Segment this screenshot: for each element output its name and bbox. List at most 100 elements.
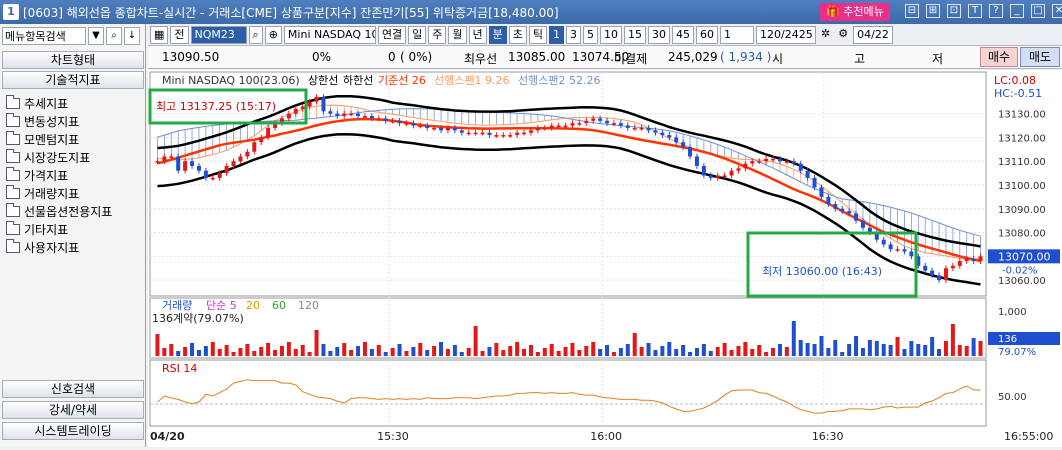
settings-icon[interactable]: ⚙ bbox=[835, 26, 851, 44]
candle-body bbox=[715, 175, 720, 178]
period-day[interactable]: 일 bbox=[408, 25, 427, 44]
rsi-series bbox=[157, 379, 981, 414]
search-icon[interactable]: ⌕ bbox=[248, 25, 263, 44]
window-number: 1 bbox=[3, 4, 19, 20]
maximize-icon[interactable]: □ bbox=[1031, 4, 1045, 18]
count-select[interactable]: 1 bbox=[720, 25, 755, 44]
section-system-trading[interactable]: 시스템트레이딩 bbox=[2, 422, 144, 440]
recommend-menu-label: 추천메뉴 bbox=[843, 5, 884, 18]
volume-bar bbox=[833, 340, 838, 356]
help-icon[interactable]: ? bbox=[989, 4, 1003, 18]
candle-body bbox=[480, 132, 485, 135]
x-tick-label: 15:30 bbox=[377, 430, 409, 443]
period-continuous[interactable]: 연결 bbox=[377, 25, 407, 44]
layout-icon[interactable]: ⊟ bbox=[905, 4, 919, 18]
volume-bar bbox=[335, 347, 340, 356]
volume-bar bbox=[653, 350, 658, 356]
link-icon[interactable]: ⊕ bbox=[264, 25, 282, 44]
interval-45[interactable]: 45 bbox=[672, 25, 695, 44]
candle-body bbox=[957, 261, 962, 266]
volume-bar bbox=[570, 343, 575, 356]
interval-10[interactable]: 10 bbox=[600, 25, 623, 44]
tab-high[interactable]: 고 bbox=[854, 50, 865, 67]
save-icon[interactable]: ⊡ bbox=[947, 4, 961, 18]
date-field[interactable]: 04/22 bbox=[853, 25, 893, 44]
volume-bar bbox=[224, 345, 229, 356]
interval-5[interactable]: 5 bbox=[583, 25, 599, 44]
search-icon[interactable]: ⌕ bbox=[106, 27, 122, 45]
tree-item[interactable]: 모멘텀지표 bbox=[6, 130, 112, 148]
volume-bar bbox=[791, 321, 796, 356]
recommend-menu-button[interactable]: 🎁 추천메뉴 bbox=[820, 3, 890, 21]
volume-current-pct: 79.07% bbox=[998, 347, 1036, 358]
section-technical-indicators[interactable]: 기술적지표 bbox=[2, 71, 144, 89]
volume-bar bbox=[501, 350, 506, 356]
tree-item-label: 모멘텀지표 bbox=[24, 132, 80, 147]
section-signal-search[interactable]: 신호검색 bbox=[2, 380, 144, 398]
candle-body bbox=[515, 132, 520, 136]
page-counter[interactable]: 120/2425 bbox=[756, 25, 817, 44]
tree-item[interactable]: 시장강도지표 bbox=[6, 148, 112, 166]
tab-low[interactable]: 저 bbox=[932, 50, 943, 67]
interval-1[interactable]: 1 bbox=[549, 25, 565, 44]
price-chart[interactable]: 13130.00 13120.00 13110.00 13100.00 13090.00… bbox=[148, 70, 1062, 447]
interval-30[interactable]: 30 bbox=[648, 25, 671, 44]
tab-open[interactable]: 시 bbox=[772, 50, 783, 67]
tree-item-label: 거래량지표 bbox=[24, 186, 80, 201]
tools-icon[interactable]: ✲ bbox=[818, 26, 833, 44]
tree-item[interactable]: 기타지표 bbox=[6, 220, 112, 238]
grid-icon[interactable]: ▦ bbox=[150, 25, 169, 44]
period-year[interactable]: 년 bbox=[468, 25, 487, 44]
candle-body bbox=[937, 275, 942, 281]
volume-bar bbox=[681, 345, 686, 356]
candle-body bbox=[397, 120, 402, 124]
tree-item[interactable]: 거래량지표 bbox=[6, 184, 112, 202]
candle-body bbox=[618, 123, 623, 126]
interval-60[interactable]: 60 bbox=[696, 25, 719, 44]
candle-body bbox=[646, 127, 651, 131]
tile-icon[interactable]: ⊞ bbox=[926, 4, 940, 18]
volume-bar bbox=[715, 347, 720, 356]
dropdown-icon[interactable]: ▼ bbox=[88, 27, 104, 45]
period-second[interactable]: 초 bbox=[508, 25, 527, 44]
buy-button[interactable]: 매수 bbox=[980, 47, 1018, 67]
tree-item[interactable]: 추세지표 bbox=[6, 94, 112, 112]
candle-body bbox=[245, 151, 250, 157]
down-arrow-icon[interactable]: ↓ bbox=[124, 27, 140, 45]
period-tick[interactable]: 틱 bbox=[528, 25, 548, 44]
section-chart-type[interactable]: 차트형태 bbox=[2, 51, 144, 69]
menu-search-input[interactable] bbox=[2, 27, 86, 45]
chart-area[interactable]: 13130.00 13120.00 13110.00 13100.00 13090.00… bbox=[148, 70, 1062, 447]
tree-item[interactable]: 선물옵션전용지표 bbox=[6, 202, 112, 220]
font-icon[interactable]: T bbox=[968, 4, 982, 18]
candle-body bbox=[777, 158, 782, 162]
volume-bar bbox=[881, 344, 886, 356]
volume-bar bbox=[549, 344, 554, 356]
close-icon[interactable]: ✕ bbox=[1052, 4, 1062, 18]
jeon-toggle[interactable]: 전 bbox=[170, 25, 189, 44]
period-month[interactable]: 월 bbox=[448, 25, 467, 44]
volume-bar bbox=[847, 344, 852, 356]
volume-bar bbox=[300, 345, 305, 356]
volume-bar bbox=[404, 351, 409, 356]
period-week[interactable]: 주 bbox=[428, 25, 447, 44]
x-tick-label: 16:00 bbox=[590, 430, 622, 443]
code-input[interactable]: NQM23 bbox=[190, 25, 247, 44]
volume-bar bbox=[190, 343, 195, 356]
tree-item[interactable]: 가격지표 bbox=[6, 166, 112, 184]
candle-body bbox=[286, 113, 291, 119]
minimize-icon[interactable]: _ bbox=[1010, 4, 1024, 18]
section-bull-bear[interactable]: 강세/약세 bbox=[2, 401, 144, 419]
volume-bar bbox=[432, 346, 437, 356]
candle-body bbox=[259, 137, 264, 143]
tree-item-label: 시장강도지표 bbox=[24, 150, 91, 165]
sell-button[interactable]: 매도 bbox=[1020, 47, 1060, 67]
period-minute[interactable]: 분 bbox=[488, 25, 507, 44]
tree-item[interactable]: 변동성지표 bbox=[6, 112, 112, 130]
tree-item[interactable]: 사용자지표 bbox=[6, 238, 112, 256]
volume-bar bbox=[950, 324, 955, 356]
interval-3[interactable]: 3 bbox=[566, 25, 582, 44]
volume-bar bbox=[362, 342, 367, 356]
volume-bar bbox=[307, 352, 312, 356]
interval-15[interactable]: 15 bbox=[624, 25, 647, 44]
